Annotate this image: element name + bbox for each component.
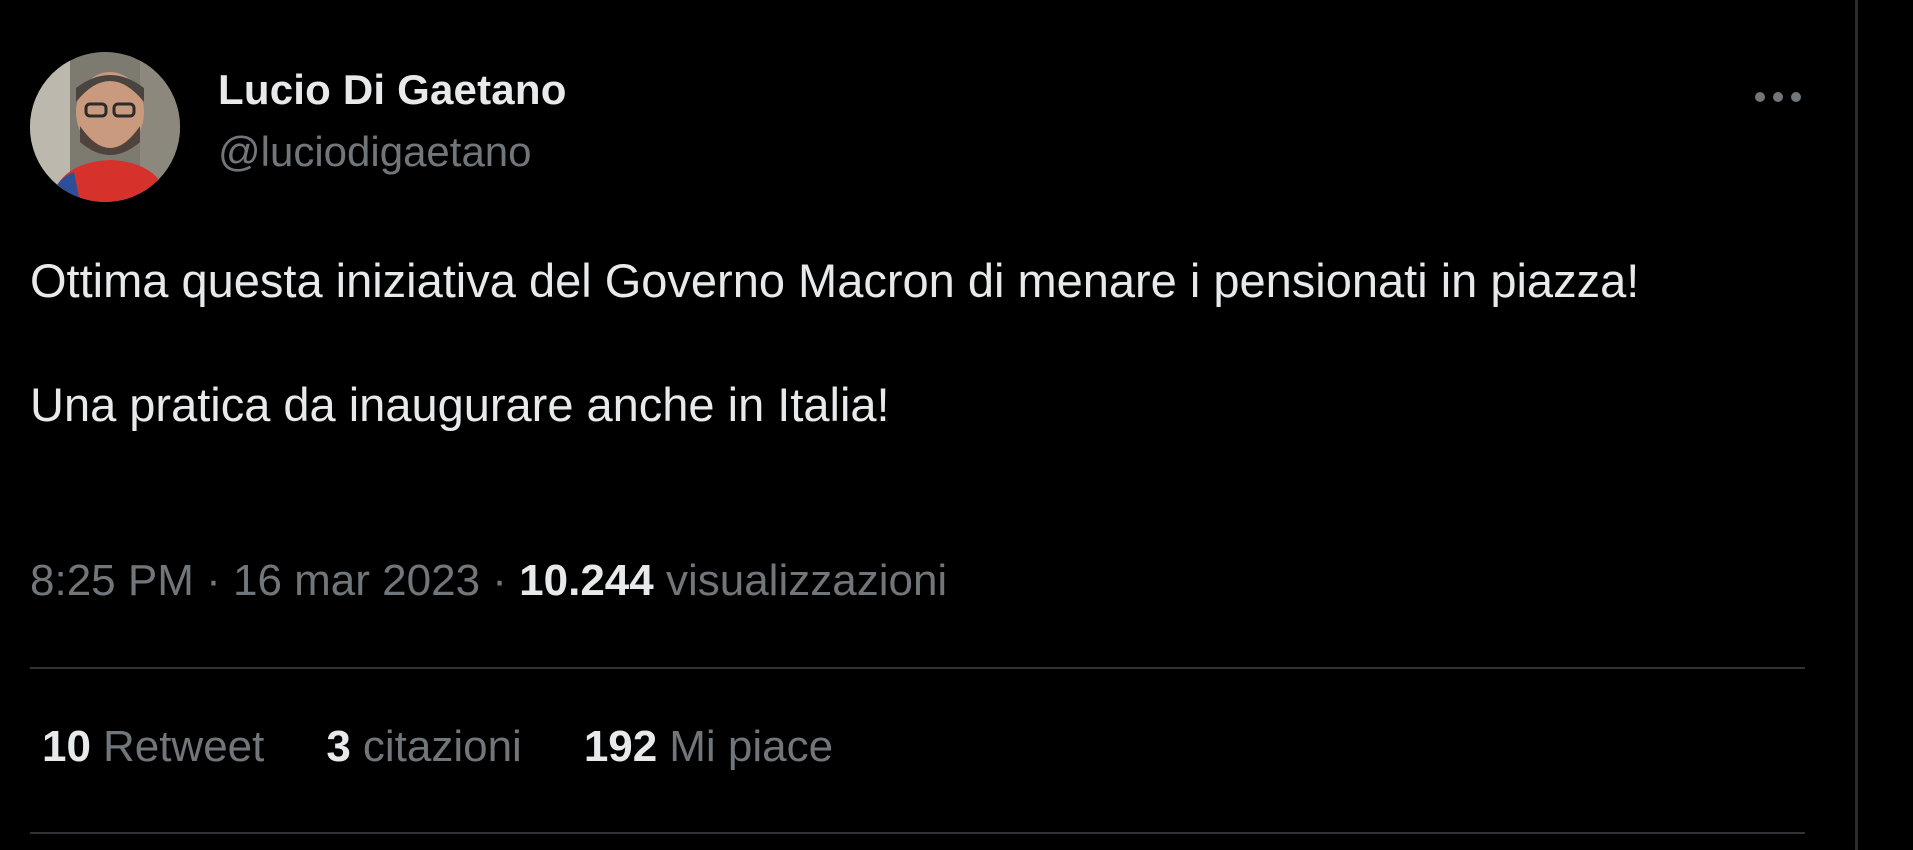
tweet-text-line-1: Ottima questa iniziativa del Governo Mac… bbox=[30, 254, 1640, 307]
avatar[interactable] bbox=[30, 52, 180, 202]
author-display-name[interactable]: Lucio Di Gaetano bbox=[218, 66, 567, 114]
quotes-label: citazioni bbox=[362, 722, 522, 771]
column-border bbox=[1855, 0, 1858, 850]
tweet-page: Lucio Di Gaetano @luciodigaetano Ottima … bbox=[0, 0, 1913, 850]
likes-stat[interactable]: 192 Mi piace bbox=[584, 722, 833, 772]
tweet-date[interactable]: 16 mar 2023 bbox=[233, 556, 480, 605]
tweet-time[interactable]: 8:25 PM bbox=[30, 556, 194, 605]
engagement-stats: 10 Retweet 3 citazioni 192 Mi piace bbox=[42, 722, 833, 772]
likes-label: Mi piace bbox=[669, 722, 834, 771]
more-options-button[interactable] bbox=[1750, 82, 1806, 112]
likes-count: 192 bbox=[583, 722, 658, 771]
divider bbox=[30, 667, 1805, 669]
tweet-header: Lucio Di Gaetano @luciodigaetano bbox=[30, 52, 1805, 202]
quotes-stat[interactable]: 3 citazioni bbox=[326, 722, 521, 772]
retweets-label: Retweet bbox=[102, 722, 265, 771]
tweet-text-line-2: Una pratica da inaugurare anche in Itali… bbox=[30, 378, 890, 431]
divider bbox=[30, 832, 1805, 834]
retweets-count: 10 bbox=[42, 722, 91, 771]
more-horizontal-icon bbox=[1755, 92, 1801, 102]
author-handle[interactable]: @luciodigaetano bbox=[218, 128, 532, 176]
views-count: 10.244 bbox=[519, 556, 654, 605]
tweet-meta: 8:25 PM · 16 mar 2023 · 10.244 visualizz… bbox=[30, 556, 947, 606]
meta-separator: · bbox=[480, 556, 520, 605]
tweet-text: Ottima questa iniziativa del Governo Mac… bbox=[30, 250, 1790, 436]
profile-photo-icon bbox=[30, 52, 180, 202]
retweets-stat[interactable]: 10 Retweet bbox=[42, 722, 264, 772]
quotes-count: 3 bbox=[326, 722, 351, 771]
meta-separator: · bbox=[193, 556, 233, 605]
views-label: visualizzazioni bbox=[665, 556, 948, 605]
